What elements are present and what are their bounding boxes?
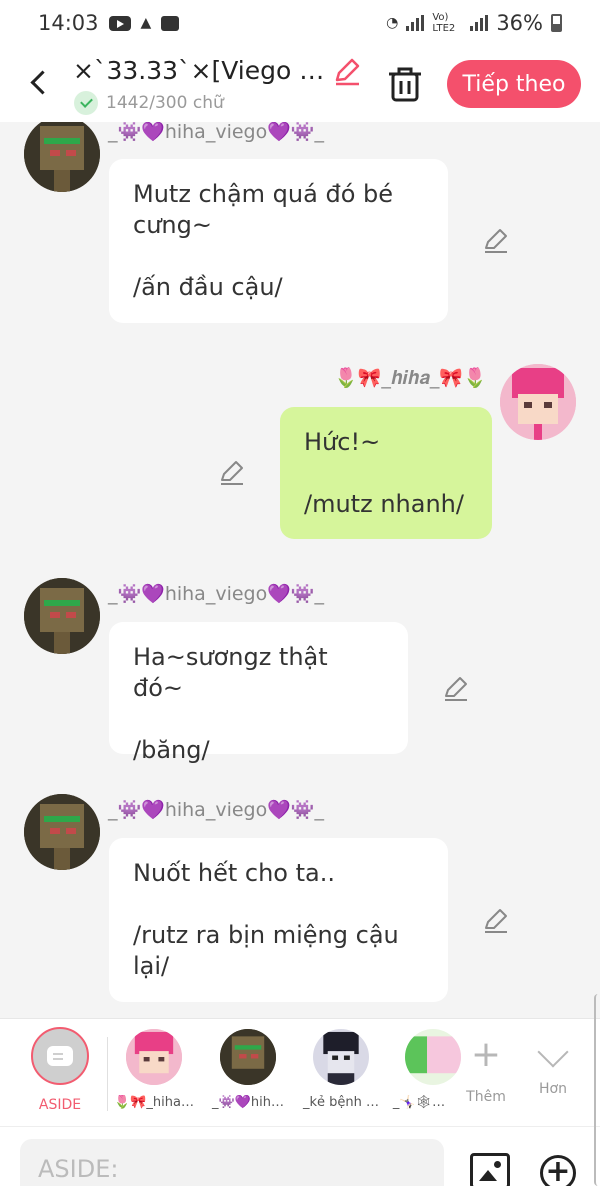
youtube-icon (108, 15, 131, 31)
add-icon[interactable]: + (540, 1155, 576, 1186)
avatar-hiha[interactable] (500, 364, 576, 440)
divider (107, 1037, 108, 1111)
avatar-viego (220, 1029, 276, 1085)
character-bar: ASIDE 🌷🎀_hiha… _👾💜hih… _kẻ bệnh … _🤸🏻‍♀️… (0, 1018, 600, 1126)
back-button[interactable] (24, 64, 54, 100)
aside-label: ASIDE (38, 1097, 82, 1113)
character-item[interactable]: _👾💜hih… (203, 1029, 293, 1110)
character-name: 🌷🎀_hiha… (114, 1095, 194, 1110)
app-notification-icon: ▲ (140, 15, 152, 31)
character-item[interactable]: 🌷🎀_hiha… (109, 1029, 199, 1110)
avatar-image (500, 364, 576, 440)
battery-icon (551, 14, 562, 32)
edit-icon[interactable] (218, 458, 246, 486)
status-right: ◔ Vo) LTE2 36% (386, 11, 562, 35)
status-bar: 14:03 ▲ ◔ Vo) LTE2 36% (0, 0, 600, 46)
word-count-row: 1442/300 chữ (74, 91, 224, 115)
avatar-viego[interactable] (24, 578, 100, 654)
message-bubble[interactable]: Hức!~ /mutz nhanh/ (280, 407, 492, 539)
add-character-button[interactable]: + Thêm (461, 1033, 511, 1105)
character-item[interactable]: _🤸🏻‍♀️🕸… (389, 1029, 461, 1110)
aside-button[interactable] (31, 1027, 89, 1085)
message-bubble[interactable]: Mutz chậm quá đó bé cưng~ /ấn đầu cậu/ (109, 159, 448, 323)
signal-icon (406, 15, 425, 31)
avatar-image (24, 122, 100, 192)
avatar-fourth (405, 1029, 461, 1085)
plus-icon: + (470, 1034, 502, 1075)
character-name: _👾💜hih… (212, 1095, 284, 1110)
more-label: Hơn (539, 1081, 567, 1097)
message-username: _👾💜hiha_viego💜👾_ (108, 583, 325, 605)
status-left: 14:03 ▲ (38, 11, 180, 35)
message-bubble[interactable]: Nuốt hết cho ta.. /rutz ra bịn miệng cậu… (109, 838, 448, 1002)
character-name: _kẻ bệnh … (302, 1095, 380, 1110)
message-username: _👾💜hiha_viego💜👾_ (108, 799, 325, 821)
status-time: 14:03 (38, 11, 99, 35)
character-name: _🤸🏻‍♀️🕸… (392, 1095, 446, 1110)
avatar-image (24, 794, 100, 870)
aside-icon (47, 1046, 73, 1066)
message-icon (161, 15, 180, 31)
avatar-viego[interactable] (24, 794, 100, 870)
add-label: Thêm (466, 1089, 506, 1105)
check-icon (74, 91, 98, 115)
character-item[interactable]: _kẻ bệnh … (296, 1029, 386, 1110)
edit-icon[interactable] (442, 674, 470, 702)
battery-percent: 36% (496, 11, 543, 35)
message-bubble[interactable]: Ha~sươngz thật đó~ /băng/ (109, 622, 408, 764)
edit-icon[interactable] (482, 226, 510, 254)
chevron-down-icon (537, 1036, 569, 1068)
avatar-viego[interactable] (24, 122, 100, 192)
message-username: _👾💜hiha_viego💜👾_ (108, 122, 325, 143)
image-icon[interactable] (470, 1153, 510, 1186)
avatar-ke-benh (313, 1029, 369, 1085)
more-button[interactable]: Hơn (528, 1033, 578, 1097)
trash-icon[interactable] (386, 64, 424, 104)
input-bar: + (0, 1126, 600, 1186)
chat-area[interactable]: _👾💜hiha_viego💜👾_ Mutz chậm quá đó bé cưn… (0, 122, 600, 1018)
network-label: Vo) LTE2 (432, 12, 456, 34)
avatar-hiha (126, 1029, 182, 1085)
signal-icon-2 (470, 15, 489, 31)
pencil-icon[interactable] (332, 56, 362, 86)
story-title[interactable]: ×`33.33`×[Viego x h… (73, 56, 328, 85)
next-button[interactable]: Tiếp theo (447, 60, 581, 108)
wifi-icon: ◔ (386, 15, 399, 31)
editor-header: ×`33.33`×[Viego x h… 1442/300 chữ Tiếp t… (0, 46, 600, 122)
aside-input[interactable] (20, 1139, 444, 1186)
edit-icon[interactable] (482, 906, 510, 934)
message-username: 🌷🎀_𝒉𝒊𝒉𝒂_🎀🌷 (334, 367, 487, 389)
word-count: 1442/300 chữ (106, 93, 224, 113)
scroll-handle[interactable] (594, 994, 600, 1186)
avatar-image (24, 578, 100, 654)
